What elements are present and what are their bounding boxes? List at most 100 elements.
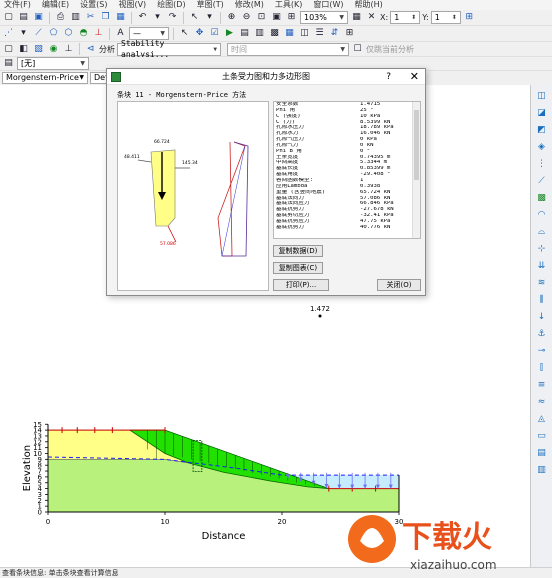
zoom-out-icon[interactable]: ⊖ [240,11,253,24]
menu-tools[interactable]: 工具(K) [275,0,303,10]
filter-icon[interactable]: ▤ [2,57,15,70]
menu-modify[interactable]: 修改(M) [235,0,264,10]
tab-morgenstern-price[interactable]: Morgenstern-Price ▼ [2,72,88,84]
entry-exit-icon[interactable]: ⌓ [535,225,549,239]
menu-help[interactable]: 帮助(H) [355,0,383,10]
slip-surface-icon[interactable]: ◓ [77,27,90,40]
chevron-down-icon: ▼ [80,60,85,67]
print-button[interactable]: 打印(P)... [273,279,329,291]
contour-icon[interactable]: ▩ [268,27,281,40]
zoom-page-icon[interactable]: ▣ [270,11,283,24]
water-table-icon[interactable]: ≈ [535,395,549,409]
redo-icon[interactable]: ↷ [166,11,179,24]
left-force-label: 48.411 [124,154,140,160]
none-combo[interactable]: [无] ▼ [17,57,89,70]
snap-icon[interactable]: ✕ [365,11,378,24]
toolbar-separator [183,11,184,24]
time-combo[interactable]: 时间 ▼ [227,42,349,56]
watermark-svg: 下载火 xiazaihuo.com [348,515,497,572]
regions-icon[interactable]: ⬠ [47,27,60,40]
print-preview-icon[interactable]: ▥ [69,11,82,24]
pore-water-icon[interactable]: ⊥ [92,27,105,40]
define-icon[interactable]: ◪ [535,106,549,120]
slice-properties-list[interactable]: 安全系数 1.4715 Phi 角 25 ° C (强度) 10 kPa C (力) 8.53… [273,101,421,239]
dialog-title-bar[interactable]: 土条受力图和力多边形图 ? ✕ [107,69,425,85]
query-icon[interactable]: ◫ [298,27,311,40]
palette-icon[interactable]: ◉ [47,43,60,56]
print-icon[interactable]: ⎙ [54,11,67,24]
surface-icon[interactable]: ◬ [535,412,549,426]
properties-scrollbar[interactable] [412,102,420,238]
undo-dropdown-icon[interactable]: ▾ [151,11,164,24]
dropdown-icon[interactable]: ▾ [17,27,30,40]
material-view-icon[interactable]: ▢ [2,43,15,56]
grid-radius-icon[interactable]: ⊹ [535,242,549,256]
menu-settings[interactable]: 设置(S) [80,0,107,10]
preferences-icon[interactable]: ◧ [17,43,30,56]
solve-icon[interactable]: ▶ [223,27,236,40]
color-icon[interactable]: ▧ [32,43,45,56]
pile-icon[interactable]: ⫿ [535,361,549,375]
select-dropdown-icon[interactable]: ▾ [203,11,216,24]
cut-icon[interactable]: ✂ [84,11,97,24]
y-scale-input[interactable]: 1 ⬍ [430,11,461,24]
geotextile-icon[interactable]: ≡ [535,378,549,392]
chart-icon[interactable]: ▥ [253,27,266,40]
menu-draw[interactable]: 绘图(D) [157,0,185,10]
copy-icon[interactable]: ❐ [99,11,112,24]
view-grid-icon[interactable]: ⊞ [463,11,476,24]
graph-tool-icon[interactable]: ▥ [535,463,549,477]
analysis-tree-icon[interactable]: ⊲ [84,43,97,56]
menu-sketch[interactable]: 草图(T) [197,0,224,10]
zoom-window-icon[interactable]: ⊡ [255,11,268,24]
open-folder-icon[interactable]: ▤ [17,11,30,24]
copy-chart-button[interactable]: 复制图表(C) [273,262,323,274]
zoom-combo[interactable]: 103% ▼ [300,11,348,24]
reinforcement-icon[interactable]: ⫼ [535,293,549,307]
zoom-objects-icon[interactable]: ⊞ [285,11,298,24]
nail-icon[interactable]: ⊸ [535,344,549,358]
legend-icon[interactable]: ☰ [313,27,326,40]
help-icon[interactable]: ? [386,72,391,82]
new-file-icon[interactable]: ▢ [2,11,15,24]
anchor-icon[interactable]: ⚓ [535,327,549,341]
lines-tool-icon[interactable]: ⟋ [535,174,549,188]
x-scale-input[interactable]: 1 ⬍ [390,11,421,24]
materials-icon[interactable]: ⬡ [62,27,75,40]
copy-data-button[interactable]: 复制数据(D) [273,245,323,257]
menu-file[interactable]: 文件(F) [4,0,31,10]
lines-icon[interactable]: ⟋ [32,27,45,40]
close-icon[interactable]: ✕ [410,70,419,83]
menu-edit[interactable]: 编辑(E) [42,0,69,10]
only-current-checkbox-icon[interactable]: ☐ [351,43,364,56]
pore-pressure-icon[interactable]: ≋ [535,276,549,290]
scroll-thumb[interactable] [414,110,419,180]
points-icon[interactable]: ⋰ [2,27,15,40]
slice-info-icon[interactable]: ▦ [283,27,296,40]
load-icon[interactable]: ⇊ [535,259,549,273]
property-key: 基底抗剪力 [276,224,304,230]
menu-window[interactable]: 窗口(W) [313,0,343,10]
axes-icon[interactable]: ⊥ [62,43,75,56]
key-in-icon[interactable]: ◫ [535,89,549,103]
menu-view[interactable]: 视图(V) [118,0,146,10]
draw-graph-icon[interactable]: ⊞ [343,27,356,40]
paste-icon[interactable]: ▦ [114,11,127,24]
analysis-icon[interactable]: ◩ [535,123,549,137]
regions-tool-icon[interactable]: ▩ [535,191,549,205]
results-tool-icon[interactable]: ▤ [535,446,549,460]
zoom-in-icon[interactable]: ⊕ [225,11,238,24]
flow-vectors-icon[interactable]: ⇵ [328,27,341,40]
material-icon[interactable]: ◈ [535,140,549,154]
grid-icon[interactable]: ▦ [350,11,363,24]
close-button[interactable]: 关闭(O) [377,279,421,291]
boundary-icon[interactable]: ▭ [535,429,549,443]
slip-surface-tool-icon[interactable]: ◠ [535,208,549,222]
undo-icon[interactable]: ↶ [136,11,149,24]
line-load-icon[interactable]: ↓ [535,310,549,324]
save-icon[interactable]: ▣ [32,11,45,24]
select-arrow-icon[interactable]: ↖ [188,11,201,24]
points-tool-icon[interactable]: ⋮ [535,157,549,171]
results-icon[interactable]: ▤ [238,27,251,40]
analysis-combo[interactable]: Stability analysi... ▼ [117,39,221,59]
